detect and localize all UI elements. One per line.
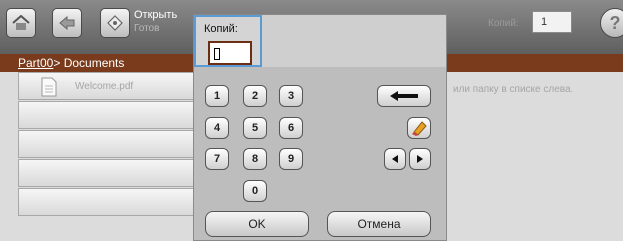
backspace-button[interactable] xyxy=(377,85,431,107)
document-icon xyxy=(41,77,57,97)
clear-button[interactable] xyxy=(407,117,431,139)
start-button[interactable] xyxy=(100,8,130,38)
list-item[interactable]: Welcome.pdf xyxy=(18,72,196,100)
copies-input[interactable] xyxy=(208,41,252,65)
breadcrumb-link[interactable]: Part00 xyxy=(18,56,53,70)
breadcrumb-path: > Documents xyxy=(53,56,125,70)
help-button[interactable]: ? xyxy=(600,8,623,38)
cursor-right-button[interactable] xyxy=(409,148,431,170)
backspace-arrow-icon xyxy=(390,91,418,101)
list-item-label: Welcome.pdf xyxy=(75,81,134,92)
key-8[interactable]: 8 xyxy=(243,148,267,170)
key-6[interactable]: 6 xyxy=(279,117,303,139)
copies-field[interactable]: 1 xyxy=(532,11,572,33)
list-item[interactable] xyxy=(18,188,196,216)
keypad-dialog: Копий: 1 2 3 4 5 6 7 8 9 0 OK Отмена xyxy=(193,14,447,241)
dialog-header-band xyxy=(262,15,446,67)
list-item[interactable] xyxy=(18,130,196,158)
arrow-left-icon xyxy=(392,155,398,163)
start-diamond-icon xyxy=(107,15,123,31)
key-5[interactable]: 5 xyxy=(243,117,267,139)
eraser-icon xyxy=(412,121,427,136)
open-label: Открыть xyxy=(134,9,178,21)
key-9[interactable]: 9 xyxy=(279,148,303,170)
copies-label: Копий: xyxy=(488,18,519,29)
ok-button[interactable]: OK xyxy=(205,211,309,237)
list-item[interactable] xyxy=(18,101,196,129)
home-button[interactable] xyxy=(6,8,36,38)
key-7[interactable]: 7 xyxy=(205,148,229,170)
open-button[interactable]: Открыть Готов xyxy=(100,8,190,38)
key-1[interactable]: 1 xyxy=(205,85,229,107)
list-item[interactable] xyxy=(18,159,196,187)
dialog-field-area: Копий: xyxy=(194,15,262,67)
file-list: Welcome.pdf xyxy=(18,72,196,217)
key-0[interactable]: 0 xyxy=(243,180,267,202)
back-button[interactable] xyxy=(52,8,82,38)
key-2[interactable]: 2 xyxy=(243,85,267,107)
status-text: Готов xyxy=(134,23,160,34)
home-icon xyxy=(12,15,30,30)
key-4[interactable]: 4 xyxy=(205,117,229,139)
hint-text: или папку в списке слева. xyxy=(453,84,574,95)
dialog-title: Копий: xyxy=(204,23,238,35)
cancel-button[interactable]: Отмена xyxy=(327,211,431,237)
arrow-right-icon xyxy=(417,155,423,163)
text-cursor xyxy=(214,47,220,60)
back-arrow-icon xyxy=(59,15,75,31)
key-3[interactable]: 3 xyxy=(279,85,303,107)
cursor-left-button[interactable] xyxy=(384,148,406,170)
screen: Открыть Готов Копий: 1 ? Part00> Documen… xyxy=(0,0,623,241)
